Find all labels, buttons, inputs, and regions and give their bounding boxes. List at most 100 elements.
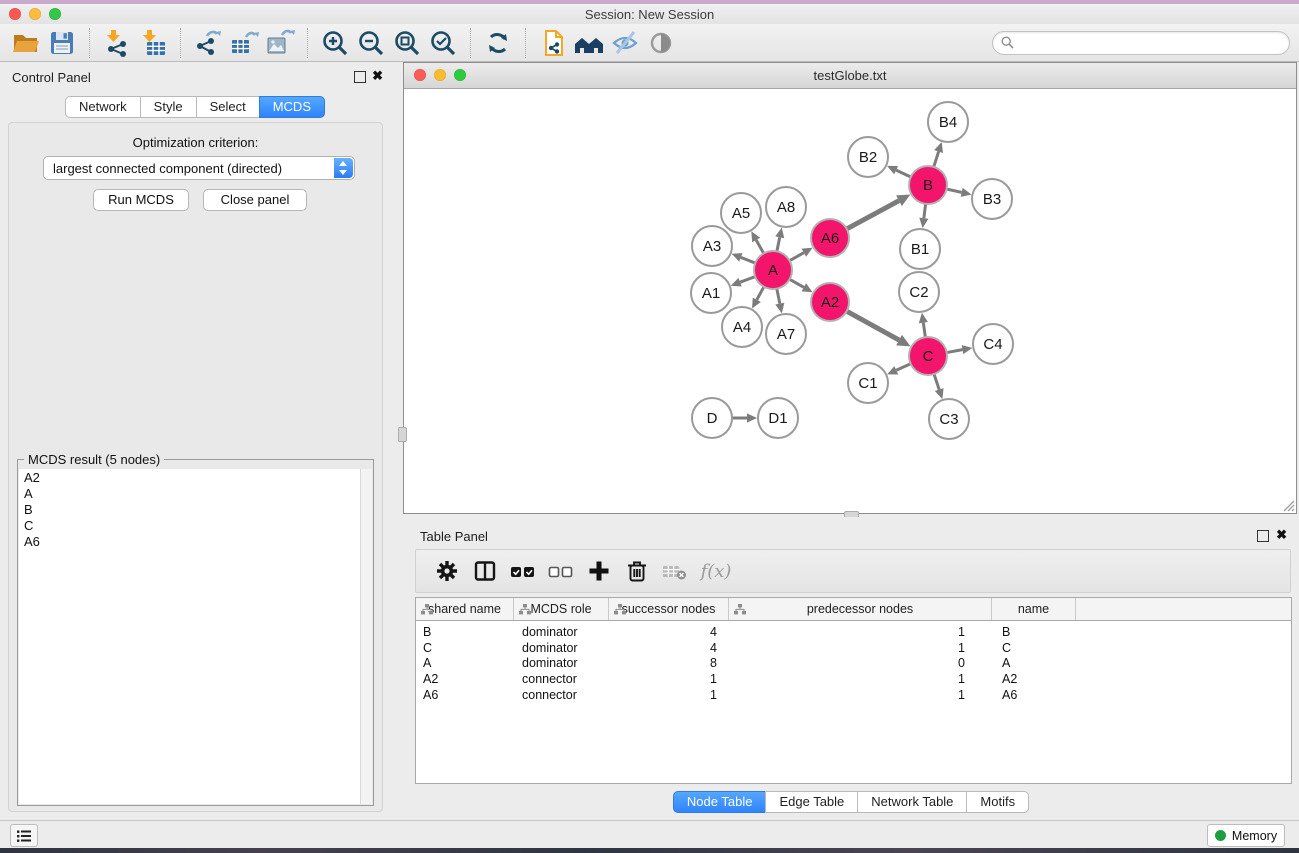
table-cell[interactable]: B [416, 625, 514, 639]
hide-details-button[interactable] [607, 26, 643, 60]
zoom-fit-button[interactable] [389, 26, 425, 60]
deselect-all-button[interactable] [542, 554, 580, 588]
table-cell[interactable]: connector [514, 688, 609, 702]
network-node-B2[interactable]: B2 [848, 137, 888, 177]
tab-network[interactable]: Network [65, 96, 141, 118]
network-edge-A-A8[interactable] [775, 228, 784, 252]
export-network-button[interactable] [190, 26, 226, 60]
network-node-C4[interactable]: C4 [973, 324, 1013, 364]
network-node-A5[interactable]: A5 [721, 193, 761, 233]
column-header-MCDS-role[interactable]: MCDS role [514, 598, 609, 620]
table-row[interactable]: A2connector11A2 [416, 671, 1291, 687]
zoom-selected-button[interactable] [425, 26, 461, 60]
network-node-A7[interactable]: A7 [766, 314, 806, 354]
network-node-B[interactable]: B [909, 166, 947, 204]
network-edge-A-A1[interactable] [731, 277, 755, 287]
table-cell[interactable]: 8 [609, 656, 729, 670]
home-button[interactable] [571, 26, 607, 60]
close-table-panel-button[interactable]: ✖ [1276, 527, 1287, 543]
table-cell[interactable]: 4 [609, 625, 729, 639]
column-header-shared-name[interactable]: shared name [416, 598, 514, 620]
column-header-predecessor-nodes[interactable]: predecessor nodes [729, 598, 992, 620]
network-node-B1[interactable]: B1 [900, 229, 940, 269]
delete-table-button[interactable] [656, 554, 694, 588]
table-cell[interactable]: 4 [609, 641, 729, 655]
network-edge-C-C2[interactable] [919, 313, 928, 337]
table-cell[interactable]: A6 [416, 688, 514, 702]
network-node-B3[interactable]: B3 [972, 179, 1012, 219]
network-edge-C-C4[interactable] [947, 345, 973, 354]
search-input[interactable] [1019, 33, 1283, 53]
vertical-split-handle[interactable] [398, 427, 407, 442]
table-cell[interactable]: dominator [514, 641, 609, 655]
table-cell[interactable]: A [416, 656, 514, 670]
network-node-A2[interactable]: A2 [811, 283, 849, 321]
tab-network-table[interactable]: Network Table [857, 791, 967, 813]
table-cell[interactable]: A6 [992, 688, 1076, 702]
table-cell[interactable]: 1 [609, 672, 729, 686]
network-node-D1[interactable]: D1 [758, 398, 798, 438]
table-cell[interactable]: A2 [992, 672, 1076, 686]
network-node-A6[interactable]: A6 [811, 219, 849, 257]
add-column-button[interactable] [580, 554, 618, 588]
task-history-button[interactable] [10, 824, 38, 847]
network-node-A4[interactable]: A4 [722, 307, 762, 347]
network-edge-B-B4[interactable] [934, 142, 943, 167]
table-row[interactable]: Cdominator41C [416, 640, 1291, 656]
export-table-button[interactable] [226, 26, 262, 60]
function-builder-button[interactable]: f(x) [694, 554, 732, 588]
list-item[interactable]: A6 [19, 533, 372, 549]
list-item[interactable]: B [19, 501, 372, 517]
import-table-button[interactable] [135, 26, 171, 60]
network-edge-A-A6[interactable] [790, 248, 813, 261]
table-cell[interactable]: 0 [729, 656, 992, 670]
network-edge-A-A2[interactable] [790, 279, 813, 292]
node-table[interactable]: shared nameMCDS rolesuccessor nodesprede… [415, 597, 1292, 784]
network-edge-A6-B[interactable] [847, 195, 911, 229]
network-node-D[interactable]: D [692, 398, 732, 438]
table-row[interactable]: Adominator80A [416, 655, 1291, 671]
network-edge-A-A4[interactable] [752, 287, 764, 309]
float-panel-button[interactable] [354, 71, 366, 83]
table-cell[interactable]: 1 [729, 625, 992, 639]
network-node-A3[interactable]: A3 [692, 226, 732, 266]
table-cell[interactable]: 1 [609, 688, 729, 702]
criterion-select[interactable]: largest connected component (directed) [43, 156, 355, 180]
tab-mcds[interactable]: MCDS [259, 96, 325, 118]
network-node-A1[interactable]: A1 [691, 273, 731, 313]
network-edge-A-A3[interactable] [732, 253, 756, 263]
table-cell[interactable]: connector [514, 672, 609, 686]
network-edge-A-A7[interactable] [775, 289, 784, 314]
network-canvas[interactable]: B4B2BB3A8A5A6A3B1AC2A1A2A4A7C4CC1C3DD1 [404, 88, 1296, 513]
float-table-panel-button[interactable] [1257, 530, 1269, 542]
list-item[interactable]: C [19, 517, 372, 533]
table-cell[interactable]: C [416, 641, 514, 655]
network-node-A[interactable]: A [754, 251, 792, 289]
window-resize-grip[interactable] [1281, 498, 1295, 512]
list-item[interactable]: A2 [19, 469, 372, 485]
open-session-button[interactable] [8, 26, 44, 60]
table-settings-button[interactable] [428, 554, 466, 588]
tab-style[interactable]: Style [140, 96, 197, 118]
save-session-button[interactable] [44, 26, 80, 60]
network-node-B4[interactable]: B4 [928, 102, 968, 142]
run-mcds-button[interactable]: Run MCDS [93, 189, 189, 211]
table-cell[interactable]: dominator [514, 656, 609, 670]
table-cell[interactable]: 1 [729, 672, 992, 686]
table-cell[interactable]: A2 [416, 672, 514, 686]
network-node-C1[interactable]: C1 [848, 363, 888, 403]
export-image-button[interactable] [262, 26, 298, 60]
table-cell[interactable]: 1 [729, 641, 992, 655]
network-edge-B-B1[interactable] [919, 204, 928, 228]
tab-edge-table[interactable]: Edge Table [765, 791, 858, 813]
show-columns-button[interactable] [466, 554, 504, 588]
table-row[interactable]: Bdominator41B [416, 624, 1291, 640]
network-edge-C-C1[interactable] [887, 364, 911, 375]
network-edge-A2-C[interactable] [847, 311, 911, 346]
column-header-name[interactable]: name [992, 598, 1076, 620]
tab-select[interactable]: Select [196, 96, 260, 118]
list-item[interactable]: A [19, 485, 372, 501]
tab-motifs[interactable]: Motifs [966, 791, 1029, 813]
table-cell[interactable]: C [992, 641, 1076, 655]
table-cell[interactable]: 1 [729, 688, 992, 702]
